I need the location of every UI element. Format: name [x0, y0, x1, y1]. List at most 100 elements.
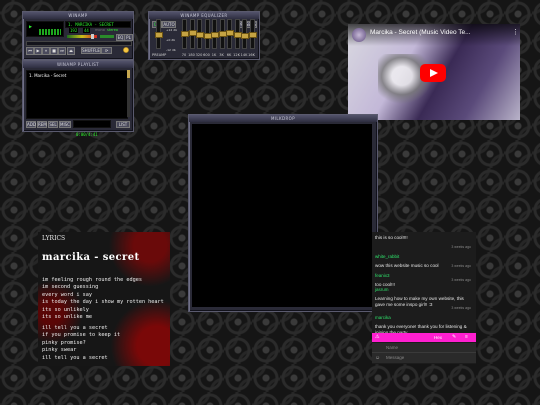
play-button[interactable]: ▶ — [34, 47, 42, 55]
eq-band-slider[interactable] — [241, 19, 249, 49]
winamp-logo-icon — [123, 47, 129, 53]
mono-indicator: mono — [95, 28, 105, 32]
chat-timestamp: 3 weeks ago — [451, 245, 471, 249]
playlist-item[interactable]: 1. Marcika - Secret — [27, 71, 127, 80]
lyric-line: its so unlike me — [42, 314, 92, 321]
chat-author[interactable]: marcika — [375, 315, 391, 320]
playlist-items: 1. Marcika - Secret — [27, 71, 127, 80]
chat-author[interactable]: white_rabbit — [375, 254, 399, 259]
milkdrop-title[interactable]: MILKDROP — [189, 115, 377, 122]
chat-message: this is so cool!!!! — [375, 235, 473, 241]
pl-misc-button[interactable]: MISC — [59, 121, 71, 128]
pl-time-text: 0:00/4:41 — [76, 132, 98, 137]
youtube-play-button[interactable] — [420, 64, 446, 82]
lyrics-stanza-2: ill tell you a secret if you promise to … — [42, 325, 120, 362]
chat-toolbar: ⚠ Hex ✎ ≡ — [372, 333, 476, 342]
preamp-slider[interactable] — [155, 19, 163, 49]
eq-band-slider[interactable] — [233, 19, 242, 49]
kbps-readout: 192 — [69, 28, 79, 33]
chat-timestamp: 3 weeks ago — [451, 264, 471, 268]
eq-band-slider[interactable] — [248, 19, 257, 49]
chat-timestamp: 3 weeks ago — [451, 278, 471, 282]
channel-avatar[interactable] — [352, 28, 366, 42]
lyrics-panel: LYRICS marcika - secret im feeling rough… — [38, 232, 170, 366]
chat-messages: this is so cool!!!! white_rabbit 3 weeks a… — [372, 232, 476, 335]
khz-readout: 44 — [83, 28, 90, 33]
chat-message: jasrum 3 weeks ago Learning how to make my… — [375, 278, 473, 308]
pl-rem-button[interactable]: REM — [37, 121, 47, 128]
play-triangle-icon — [430, 69, 438, 77]
eq-band-slider[interactable] — [226, 19, 234, 49]
repeat-button[interactable]: ⟳ — [101, 47, 112, 54]
seek-bar[interactable] — [26, 41, 132, 46]
pl-toggle-button[interactable]: PL — [124, 34, 133, 41]
shuffle-button[interactable]: SHUFFLE — [81, 47, 101, 54]
lyric-line: im feeling rough round the edges — [42, 277, 142, 283]
video-title[interactable]: Marcika - Secret (Music Video Te... — [370, 29, 471, 36]
chat-timestamp: 3 weeks ago — [451, 306, 471, 310]
winamp-title[interactable]: WINAMP — [23, 12, 133, 19]
pl-add-button[interactable]: ADD — [26, 121, 36, 128]
pl-sel-button[interactable]: SEL — [48, 121, 58, 128]
lyric-line: ill tell you a secret — [42, 354, 108, 361]
playlist-scrollbar[interactable] — [127, 70, 130, 117]
eq-band-slider[interactable] — [196, 19, 204, 49]
chat-author[interactable]: jasrum — [375, 287, 389, 292]
milkdrop-window: MILKDROP — [188, 114, 378, 312]
prev-button[interactable]: ⏮ — [26, 47, 34, 55]
winamp-main-window: WINAMP ▶ 1. MARCIKA - SECRET 192 44 mono… — [22, 11, 134, 60]
stop-button[interactable]: ■ — [50, 47, 58, 55]
lyric-line: its so unlikely — [42, 306, 89, 313]
playlist-title[interactable]: WINAMP PLAYLIST — [23, 61, 133, 68]
track-scroller-text: 1. MARCIKA - SECRET — [68, 22, 114, 27]
milkdrop-canvas[interactable] — [192, 124, 372, 307]
eject-button[interactable]: ⏏ — [67, 47, 75, 55]
eq-band-slider[interactable] — [181, 19, 189, 49]
eq-band-slider[interactable] — [203, 19, 212, 49]
pause-button[interactable]: ⏸ — [42, 47, 50, 55]
chat-online-label[interactable]: Hex — [434, 335, 442, 340]
db-top-label: +12 db — [166, 28, 178, 32]
lyric-line: every word i say — [42, 291, 92, 298]
pl-time-readout: 0:00/4:41 — [73, 120, 111, 137]
lyrics-label: LYRICS — [42, 235, 66, 242]
track-scroller: 1. MARCIKA - SECRET — [65, 21, 131, 28]
chat-menu-icon[interactable]: ≡ — [465, 334, 468, 340]
eq-band-slider[interactable] — [188, 19, 197, 49]
play-indicator-icon: ▶ — [29, 24, 33, 30]
lyric-line: ill tell you a secret — [42, 325, 108, 331]
chat-widget: this is so cool!!!! white_rabbit 3 weeks a… — [372, 232, 476, 364]
visualizer-bars — [39, 29, 61, 35]
eq-band-slider[interactable] — [211, 19, 219, 49]
equalizer-title[interactable]: WINAMP EQUALIZER — [149, 12, 259, 19]
lyrics-song-title: marcika - secret — [42, 252, 140, 263]
equalizer-window: WINAMP EQUALIZER ON AUTO PRESETS +12 db … — [148, 11, 260, 60]
db-bot-label: -12 db — [166, 48, 176, 52]
eq-band-knob[interactable] — [248, 32, 257, 38]
chat-message-row: ☺ Message — [372, 353, 476, 363]
chat-message-input[interactable]: Message — [386, 355, 404, 360]
more-options-icon[interactable]: ⋮ — [512, 28, 519, 36]
lyric-line: is today the day i show my rotten heart — [42, 299, 164, 306]
chat-name-input[interactable]: Name — [386, 345, 398, 350]
volume-slider[interactable] — [67, 34, 97, 39]
next-button[interactable]: ⏭ — [58, 47, 66, 55]
playlist-scroll-thumb[interactable] — [127, 70, 130, 78]
balance-slider[interactable] — [100, 35, 114, 38]
eq-auto-button[interactable]: AUTO — [162, 21, 176, 28]
chat-edit-icon[interactable]: ✎ — [452, 334, 456, 340]
chat-alert-icon[interactable]: ⚠ — [375, 334, 379, 340]
emoji-icon[interactable]: ☺ — [375, 355, 380, 361]
chat-message: marcika 3 weeks ago thank you everyone! th… — [375, 306, 473, 336]
lyrics-stanza-1: im feeling rough round the edges im seco… — [42, 277, 164, 321]
pl-list-button[interactable]: LIST — [116, 121, 130, 128]
lyric-line: if you promise to keep it — [42, 332, 121, 339]
playlist-list[interactable]: 1. Marcika - Secret — [26, 70, 128, 119]
preamp-knob[interactable] — [155, 32, 163, 38]
winamp-visualizer: ▶ — [26, 21, 64, 37]
volume-knob[interactable] — [91, 34, 94, 39]
youtube-embed[interactable]: Marcika - Secret (Music Video Te... ⋮ — [348, 24, 520, 120]
playlist-window: WINAMP PLAYLIST 1. Marcika - Secret ADD … — [22, 60, 134, 137]
lyric-line: pinky promise? — [42, 339, 86, 346]
eq-band-slider[interactable] — [218, 19, 227, 49]
